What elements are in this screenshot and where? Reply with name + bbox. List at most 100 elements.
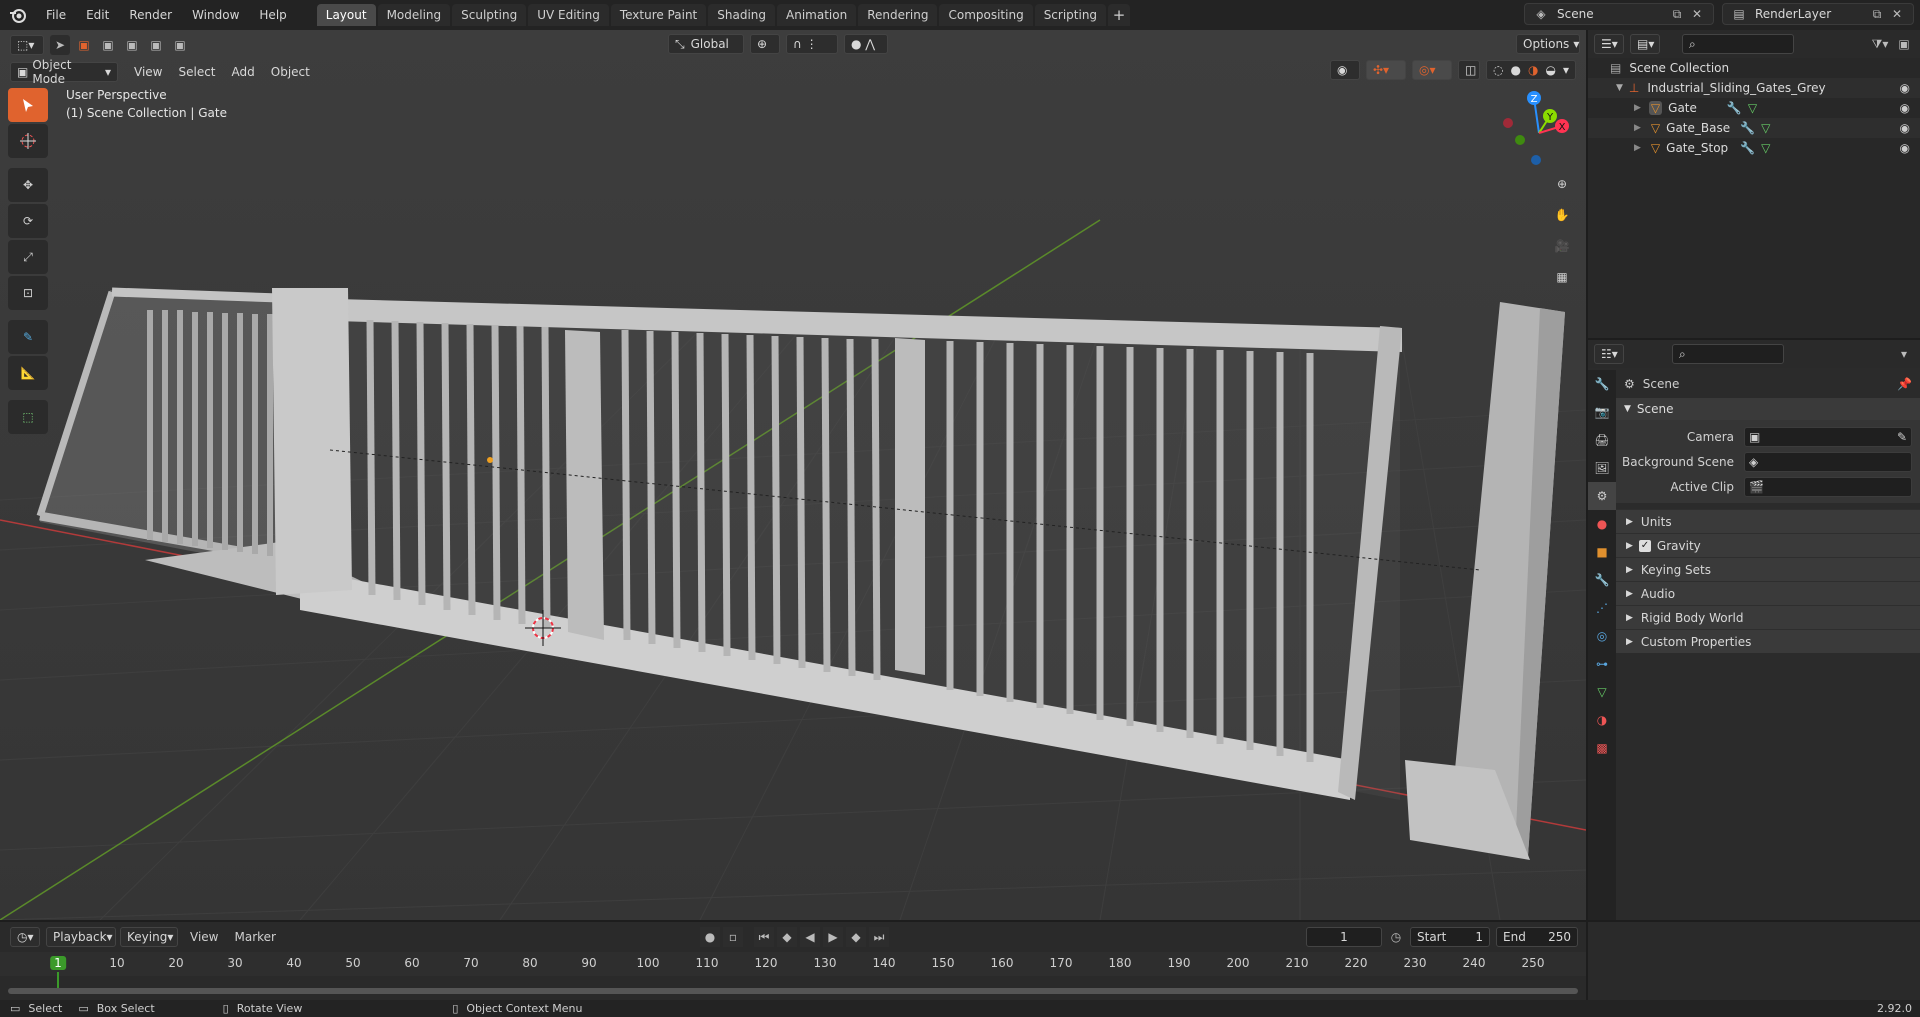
select-intersect-icon[interactable]: ▣: [170, 35, 190, 55]
mesh-data-icon[interactable]: ▽: [1761, 141, 1770, 155]
tab-rendering[interactable]: Rendering: [858, 4, 938, 26]
custom-properties-panel[interactable]: ▶ Custom Properties: [1616, 629, 1920, 653]
properties-search-input[interactable]: ⌕: [1672, 344, 1784, 364]
current-frame-marker[interactable]: 1: [50, 956, 66, 970]
3d-viewport[interactable]: ⬚▾ ➤ ▣ ▣ ▣ ▣ ▣ ⤡ Global ⊕ ∩ ⋮ ● ⋀ Options…: [0, 30, 1586, 920]
select-extend-icon[interactable]: ▣: [98, 35, 118, 55]
rotate-tool-icon[interactable]: ⟳: [8, 204, 48, 238]
shading-chevron-icon[interactable]: ▾: [1563, 63, 1569, 77]
wireframe-shading-icon[interactable]: ◌: [1493, 63, 1503, 77]
tab-animation[interactable]: Animation: [777, 4, 857, 26]
tab-sculpting[interactable]: Sculpting: [452, 4, 527, 26]
copy-layer-icon[interactable]: ⧉: [1867, 4, 1887, 24]
gizmo-toggle[interactable]: ✣▾: [1366, 60, 1406, 80]
preview-range-icon[interactable]: ◷: [1386, 927, 1406, 947]
active-clip-field[interactable]: 🎬: [1744, 476, 1912, 497]
start-frame-field[interactable]: Start 1: [1410, 927, 1490, 947]
filter-icon[interactable]: ⧩▾: [1870, 34, 1890, 54]
overlays-toggle[interactable]: ◎▾: [1412, 60, 1452, 80]
viewport-menu-select[interactable]: Select: [170, 65, 223, 79]
select-tool-icon[interactable]: [8, 88, 48, 122]
outliner-root[interactable]: ▤ Scene Collection: [1588, 58, 1920, 78]
measure-tool-icon[interactable]: 📐: [8, 356, 48, 390]
blender-logo-icon[interactable]: [4, 1, 32, 29]
rigid-body-world-panel[interactable]: ▶ Rigid Body World: [1616, 605, 1920, 629]
particles-tab-icon[interactable]: ⋰: [1588, 594, 1616, 622]
world-tab-icon[interactable]: ●: [1588, 510, 1616, 538]
proportional-edit[interactable]: ● ⋀: [844, 34, 888, 54]
menu-edit[interactable]: Edit: [76, 3, 119, 27]
outliner-item-gate-stop[interactable]: ▶ ▽ Gate_Stop 🔧 ▽ ◉: [1588, 138, 1920, 158]
mesh-data-icon[interactable]: ▽: [1748, 101, 1757, 115]
tab-texture-paint[interactable]: Texture Paint: [610, 4, 707, 26]
menu-render[interactable]: Render: [119, 3, 182, 27]
keying-dropdown[interactable]: Keying ▾: [120, 927, 178, 947]
playback-dropdown[interactable]: Playback ▾: [46, 927, 116, 947]
tab-scripting[interactable]: Scripting: [1034, 4, 1107, 26]
gravity-panel[interactable]: ▶ ✓ Gravity: [1616, 533, 1920, 557]
tool-tab-icon[interactable]: 🔧: [1588, 370, 1616, 398]
scene-panel-header[interactable]: ▼ Scene: [1616, 398, 1920, 420]
outliner-item-gate-base[interactable]: ▶ ▽ Gate_Base 🔧 ▽ ◉: [1588, 118, 1920, 138]
menu-window[interactable]: Window: [182, 3, 249, 27]
collapse-arrow-icon[interactable]: ▶: [1634, 103, 1641, 113]
move-tool-icon[interactable]: ✥: [8, 168, 48, 202]
copy-icon[interactable]: ⧉: [1667, 4, 1687, 24]
options-button[interactable]: Options ▾: [1516, 34, 1580, 54]
end-frame-field[interactable]: End 250: [1496, 927, 1578, 947]
collapse-arrow-icon[interactable]: ▶: [1634, 143, 1641, 153]
neg-x-axis-icon[interactable]: [1503, 118, 1513, 128]
current-frame-field[interactable]: 1: [1306, 927, 1382, 947]
timeline-editor-type[interactable]: ◷▾: [10, 927, 40, 947]
display-mode-dropdown[interactable]: ▤▾: [1630, 34, 1660, 54]
scene-tab-icon[interactable]: ⚙: [1588, 482, 1616, 510]
visibility-dropdown[interactable]: ◉: [1330, 60, 1360, 80]
texture-tab-icon[interactable]: ▩: [1588, 734, 1616, 762]
modifier-wrench-icon[interactable]: 🔧: [1740, 141, 1755, 155]
annotate-tool-icon[interactable]: ✎: [8, 320, 48, 354]
play-reverse-icon[interactable]: ◀: [800, 927, 820, 947]
transform-tool-icon[interactable]: ⊡: [8, 276, 48, 310]
modifier-wrench-icon[interactable]: 🔧: [1740, 121, 1755, 135]
next-keyframe-icon[interactable]: ◆: [846, 927, 866, 947]
outliner-collection[interactable]: ▼ ⊥ Industrial_Sliding_Gates_Grey ◉: [1588, 78, 1920, 98]
viewport-menu-object[interactable]: Object: [263, 65, 318, 79]
data-tab-icon[interactable]: ▽: [1588, 678, 1616, 706]
camera-view-icon[interactable]: 🎥: [1548, 232, 1576, 260]
view-layer-tab-icon[interactable]: 🖼: [1588, 454, 1616, 482]
physics-tab-icon[interactable]: ◎: [1588, 622, 1616, 650]
auto-key-options-icon[interactable]: ▫: [723, 927, 743, 947]
outliner-item-gate[interactable]: ▶ ▽ Gate 🔧 ▽ ◉: [1588, 98, 1920, 118]
snap-dropdown[interactable]: ∩ ⋮: [786, 34, 838, 54]
new-collection-icon[interactable]: ▣: [1894, 34, 1914, 54]
object-tab-icon[interactable]: ■: [1588, 538, 1616, 566]
navigation-gizmo[interactable]: Z Y X: [1494, 88, 1584, 178]
tab-uv-editing[interactable]: UV Editing: [528, 4, 609, 26]
material-shading-icon[interactable]: ◑: [1528, 63, 1538, 77]
menu-help[interactable]: Help: [249, 3, 296, 27]
timeline-scrollbar[interactable]: [8, 988, 1578, 994]
close-icon[interactable]: ✕: [1687, 4, 1707, 24]
timeline-menu-view[interactable]: View: [190, 930, 218, 944]
tweak-icon[interactable]: ➤: [50, 35, 70, 55]
cursor-tool-icon[interactable]: [8, 124, 48, 158]
tab-shading[interactable]: Shading: [708, 4, 775, 26]
scene-selector[interactable]: ◈ Scene ⧉ ✕: [1524, 3, 1714, 25]
expand-arrow-icon[interactable]: ▼: [1616, 83, 1623, 93]
play-icon[interactable]: ▶: [823, 927, 843, 947]
mesh-data-icon[interactable]: ▽: [1761, 121, 1770, 135]
modifier-wrench-icon[interactable]: 🔧: [1727, 101, 1742, 115]
constraints-tab-icon[interactable]: ⊶: [1588, 650, 1616, 678]
pan-hand-icon[interactable]: ✋: [1548, 201, 1576, 229]
rendered-shading-icon[interactable]: ◒: [1545, 63, 1555, 77]
collapse-arrow-icon[interactable]: ▶: [1634, 123, 1641, 133]
scale-tool-icon[interactable]: ⤢: [8, 240, 48, 274]
tab-compositing[interactable]: Compositing: [939, 4, 1033, 26]
outliner-search-input[interactable]: ⌕: [1682, 34, 1794, 54]
select-box-mode-icon[interactable]: ▣: [74, 35, 94, 55]
add-workspace-button[interactable]: +: [1108, 4, 1131, 26]
select-subtract-icon[interactable]: ▣: [122, 35, 142, 55]
timeline-menu-marker[interactable]: Marker: [234, 930, 275, 944]
visibility-eye-icon[interactable]: ◉: [1900, 101, 1910, 115]
timeline-ruler[interactable]: 1 10 20 30 40 50 60 70 80 90 100 110 120 130 140 150 160…: [0, 952, 1586, 992]
